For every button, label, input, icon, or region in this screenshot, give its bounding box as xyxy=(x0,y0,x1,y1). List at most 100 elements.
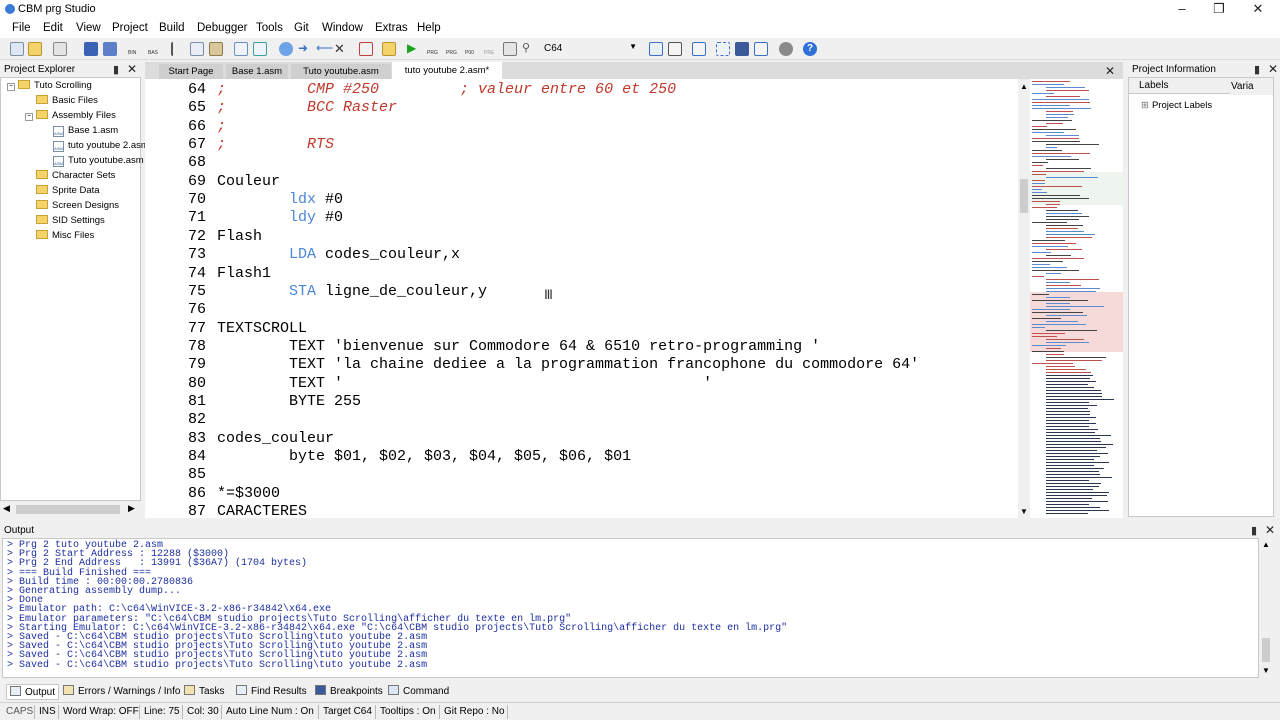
tree-item-assembly-files[interactable]: − Assembly Files xyxy=(25,110,116,124)
menu-tools[interactable]: Tools xyxy=(256,22,283,34)
document-icon[interactable] xyxy=(668,42,682,56)
menu-extras[interactable]: Extras xyxy=(375,22,408,34)
output-vertical-scrollbar[interactable]: ▲ ▼ xyxy=(1259,538,1274,678)
build-p00-icon[interactable]: P00 xyxy=(464,42,478,56)
tree-item-sid-settings[interactable]: SID Settings xyxy=(36,215,105,229)
tab-labels[interactable]: Labels xyxy=(1139,80,1168,91)
code-line[interactable]: Flash1 xyxy=(217,265,271,282)
tab-find-results[interactable]: Find Results xyxy=(233,684,310,700)
scroll-up-icon[interactable]: ▲ xyxy=(1262,540,1270,549)
menu-help[interactable]: Help xyxy=(417,22,441,34)
help-icon[interactable]: ? xyxy=(803,42,817,56)
code-line[interactable]: ; xyxy=(217,118,226,135)
scroll-thumb[interactable] xyxy=(16,505,120,514)
scroll-down-icon[interactable]: ▼ xyxy=(1020,507,1028,516)
collapse-icon[interactable]: − xyxy=(7,83,15,91)
tab-command[interactable]: Command xyxy=(385,684,452,700)
sprite-editor-icon[interactable] xyxy=(735,42,749,56)
new-file-icon[interactable] xyxy=(10,42,24,56)
save-all-icon[interactable] xyxy=(103,42,117,56)
code-line[interactable]: LDA codes_couleur,x xyxy=(217,246,460,263)
tree-item-character-sets[interactable]: Character Sets xyxy=(36,170,115,184)
paste-icon[interactable] xyxy=(209,42,223,56)
scroll-thumb[interactable] xyxy=(1020,179,1028,213)
tab-start-page[interactable]: Start Page xyxy=(159,64,223,79)
code-line[interactable]: codes_couleur xyxy=(217,430,334,447)
screen-designer-icon[interactable] xyxy=(692,42,706,56)
code-line[interactable]: byte $01, $02, $03, $04, $05, $06, $01 xyxy=(217,448,631,465)
debugger-icon[interactable] xyxy=(503,42,517,56)
menu-project[interactable]: Project xyxy=(112,22,148,34)
menu-edit[interactable]: Edit xyxy=(43,22,63,34)
grid-icon[interactable] xyxy=(716,42,730,56)
code-line[interactable]: ; BCC Raster xyxy=(217,99,397,116)
menu-view[interactable]: View xyxy=(76,22,101,34)
next-bookmark-icon[interactable]: ➜ xyxy=(298,42,312,56)
scroll-left-icon[interactable]: ◀ xyxy=(3,503,10,514)
menu-file[interactable]: File xyxy=(12,22,31,34)
code-line[interactable]: ldx #0 xyxy=(217,191,343,208)
code-line[interactable]: TEXTSCROLL xyxy=(217,320,307,337)
close-panel-icon[interactable]: ✕ xyxy=(127,62,137,76)
code-line[interactable]: BYTE 255 xyxy=(217,393,361,410)
copy-icon[interactable] xyxy=(190,42,204,56)
bookmark-icon[interactable] xyxy=(279,42,293,56)
tree-item-tuto-youtube-2-asm[interactable]: ASM tuto youtube 2.asm xyxy=(53,140,149,154)
build-bas-icon[interactable]: BAS xyxy=(147,42,161,56)
expand-icon[interactable]: ⊞ xyxy=(1141,100,1149,111)
menu-window[interactable]: Window xyxy=(322,22,363,34)
tab-errors-warnings-info[interactable]: Errors / Warnings / Info xyxy=(60,684,183,700)
scroll-up-icon[interactable]: ▲ xyxy=(1020,82,1028,91)
run-icon[interactable]: ▶ xyxy=(407,42,421,56)
code-line[interactable]: ldy #0 xyxy=(217,209,343,226)
open-folder-icon[interactable] xyxy=(28,42,42,56)
code-line[interactable]: *=$3000 xyxy=(217,485,280,502)
code-line[interactable]: CARACTERES xyxy=(217,503,307,518)
tree-item-base1-asm[interactable]: ASM Base 1.asm xyxy=(53,125,118,139)
build-pre-icon[interactable]: PRE xyxy=(483,42,497,56)
cut-icon[interactable] xyxy=(171,42,185,56)
close-window-button[interactable]: ✕ xyxy=(1241,0,1275,20)
explorer-horizontal-scrollbar[interactable]: ◀ ▶ xyxy=(0,502,141,517)
tree-item-basic-files[interactable]: Basic Files xyxy=(36,95,98,109)
minimize-button[interactable]: – xyxy=(1165,0,1199,20)
link-icon[interactable]: ⚲ xyxy=(522,42,536,56)
layout-icon[interactable] xyxy=(649,42,663,56)
tree-item-sprite-data[interactable]: Sprite Data xyxy=(36,185,100,199)
restore-button[interactable]: ❐ xyxy=(1202,0,1236,20)
menu-build[interactable]: Build xyxy=(159,22,185,34)
pin-icon[interactable]: ▮ xyxy=(113,63,119,76)
tab-tuto-youtube-2-asm[interactable]: tuto youtube 2.asm* xyxy=(392,62,502,79)
scroll-right-icon[interactable]: ▶ xyxy=(128,503,135,514)
settings-gear-icon[interactable] xyxy=(779,42,793,56)
tree-item-misc-files[interactable]: Misc Files xyxy=(36,230,94,244)
tab-variables[interactable]: Varia xyxy=(1230,81,1273,95)
tab-breakpoints[interactable]: Breakpoints xyxy=(312,684,386,700)
clear-bookmarks-icon[interactable]: ✕ xyxy=(334,42,348,56)
pin-icon[interactable]: ▮ xyxy=(1251,524,1257,537)
output-log[interactable]: > Prg 2 tuto youtube 2.asm > Prg 2 Start … xyxy=(2,538,1259,678)
code-line[interactable]: ; CMP #250 ; valeur entre 60 et 250 xyxy=(217,81,676,98)
code-editor[interactable]: 64 65 66 67 68 69 70 71 72 73 74 75 76 77 78 79 80 81 82 83… xyxy=(145,79,1018,518)
code-line[interactable]: Couleur xyxy=(217,173,280,190)
tab-tasks[interactable]: Tasks xyxy=(181,684,228,700)
tree-item-project[interactable]: − Tuto Scrolling xyxy=(7,80,92,94)
edit-icon[interactable] xyxy=(754,42,768,56)
code-line[interactable]: TEXT 'la chaine dediee a la programmatio… xyxy=(217,356,919,373)
menu-git[interactable]: Git xyxy=(294,22,309,34)
code-line[interactable]: TEXT ' ' xyxy=(217,375,712,392)
tree-item-screen-designs[interactable]: Screen Designs xyxy=(36,200,119,214)
menu-debugger[interactable]: Debugger xyxy=(197,22,248,34)
tab-base1-asm[interactable]: Base 1.asm xyxy=(226,64,288,79)
check-icon[interactable] xyxy=(359,42,373,56)
build-prg-run-icon[interactable]: PRG xyxy=(445,42,459,56)
close-panel-icon[interactable]: ✕ xyxy=(1268,62,1278,76)
find-icon[interactable] xyxy=(253,42,267,56)
code-line[interactable]: ; RTS xyxy=(217,136,334,153)
indent-icon[interactable] xyxy=(234,42,248,56)
close-tab-icon[interactable]: ✕ xyxy=(1105,64,1115,78)
code-line[interactable]: STA ligne_de_couleur,y xyxy=(217,283,487,300)
collapse-icon[interactable]: − xyxy=(25,113,33,121)
code-line[interactable]: Flash xyxy=(217,228,262,245)
close-panel-icon[interactable]: ✕ xyxy=(1265,523,1275,537)
